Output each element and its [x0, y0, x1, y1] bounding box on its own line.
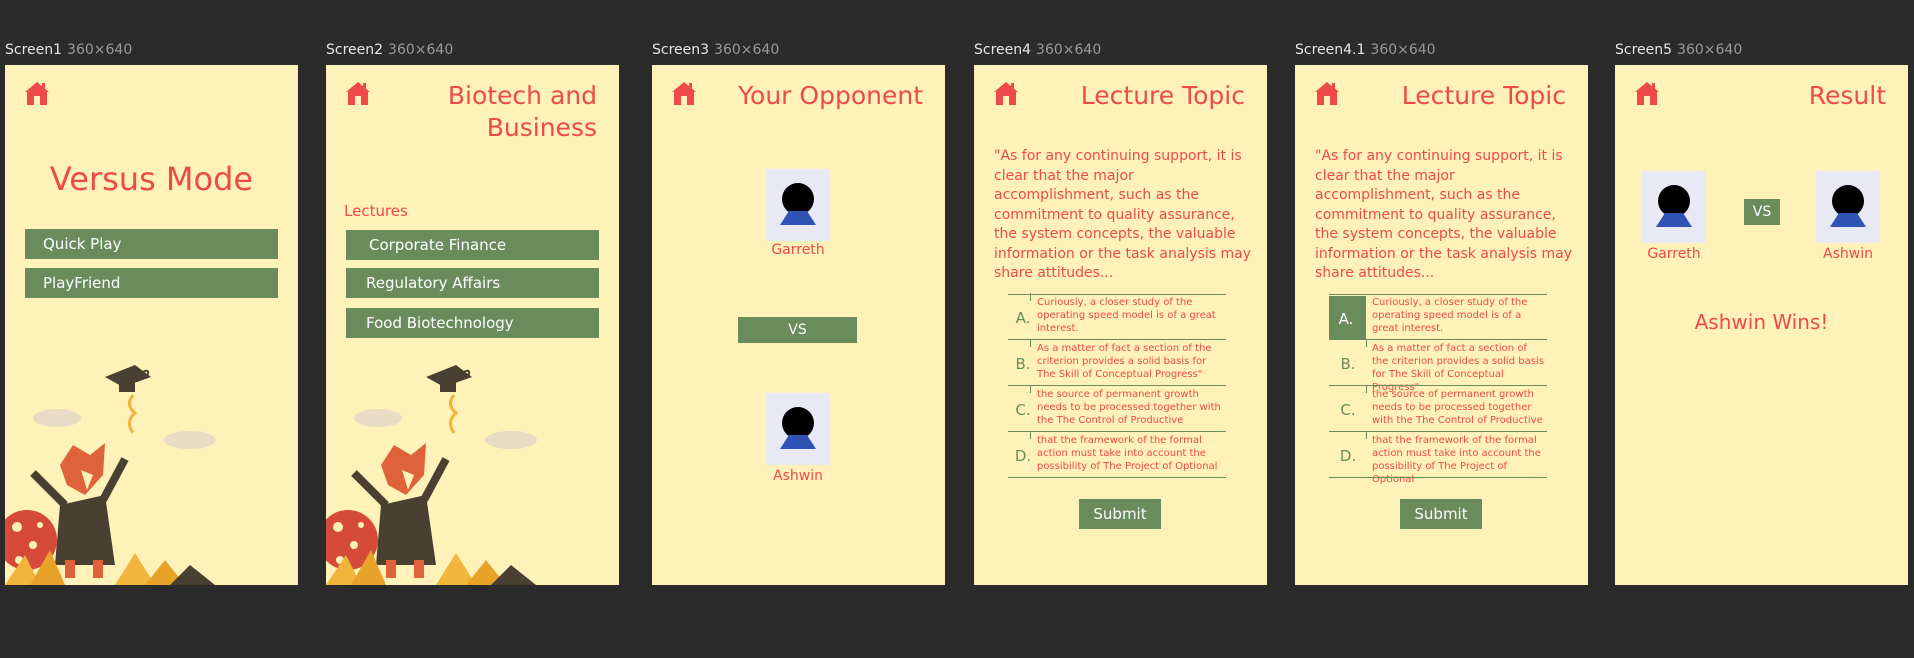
answer-option-a[interactable]: A. Curiously, a closer study of the oper…: [1008, 293, 1226, 340]
player-name: Garreth: [771, 242, 825, 258]
lecture-food-biotechnology-button[interactable]: Food Biotechnology: [346, 308, 599, 338]
submit-button[interactable]: Submit: [1079, 499, 1161, 529]
avatar-icon: [1642, 171, 1706, 243]
home-icon[interactable]: [670, 79, 698, 107]
screen4-1: Lecture Topic "As for any continuing sup…: [1295, 65, 1588, 585]
home-icon[interactable]: [344, 79, 372, 107]
frame-label-screen4-1: Screen4.1 360×640: [1295, 42, 1436, 58]
lecture-quote: "As for any continuing support, it is cl…: [1315, 148, 1573, 281]
answer-option-c[interactable]: C. the source of permanent growth needs …: [1008, 385, 1226, 432]
quick-play-button[interactable]: Quick Play: [25, 229, 278, 259]
page-title: Lecture Topic: [1080, 81, 1245, 110]
lecture-regulatory-affairs-button[interactable]: Regulatory Affairs: [346, 268, 599, 298]
page-title: Lecture Topic: [1401, 81, 1566, 110]
answer-option-d[interactable]: D. that the framework of the formal acti…: [1008, 431, 1226, 478]
fox-graduate-illustration: [5, 355, 220, 585]
frame-label-screen3: Screen3 360×640: [652, 42, 780, 58]
page-title: Your Opponent: [738, 81, 923, 110]
lectures-label: Lectures: [344, 202, 408, 220]
home-icon[interactable]: [23, 79, 51, 107]
page-title: Biotech and Business: [447, 81, 597, 142]
opponent-name: Ashwin: [773, 468, 823, 484]
answer-option-b[interactable]: B. As a matter of fact a section of the …: [1329, 339, 1547, 393]
screen5: Result Garreth VS Ashwin Ashwin Wins!: [1615, 65, 1908, 585]
avatar-icon: [766, 169, 830, 241]
screen3: Your Opponent Garreth VS Ashwin: [652, 65, 945, 585]
player-name: Garreth: [1647, 246, 1701, 262]
fox-graduate-illustration: [326, 355, 541, 585]
page-title: Result: [1808, 81, 1886, 110]
frame-label-screen2: Screen2 360×640: [326, 42, 454, 58]
submit-button[interactable]: Submit: [1400, 499, 1482, 529]
screen1: Versus Mode Quick Play PlayFriend: [5, 65, 298, 585]
avatar-icon: [1816, 171, 1880, 243]
opponent-name: Ashwin: [1823, 246, 1873, 262]
play-friend-button[interactable]: PlayFriend: [25, 268, 278, 298]
frame-label-screen4: Screen4 360×640: [974, 42, 1102, 58]
avatar-icon: [766, 393, 830, 465]
frame-label-screen5: Screen5 360×640: [1615, 42, 1743, 58]
home-icon[interactable]: [1313, 79, 1341, 107]
home-icon[interactable]: [1633, 79, 1661, 107]
answer-option-a-selected[interactable]: A. Curiously, a closer study of the oper…: [1329, 294, 1547, 340]
vs-badge: VS: [738, 317, 857, 343]
lecture-corporate-finance-button[interactable]: Corporate Finance: [346, 230, 599, 260]
answer-option-b[interactable]: B. As a matter of fact a section of the …: [1008, 339, 1226, 386]
screen2: Biotech and Business Lectures Corporate …: [326, 65, 619, 585]
home-icon[interactable]: [992, 79, 1020, 107]
screen4: Lecture Topic "As for any continuing sup…: [974, 65, 1267, 585]
answer-option-d[interactable]: D. that the framework of the formal acti…: [1329, 431, 1547, 485]
lecture-quote: "As for any continuing support, it is cl…: [994, 148, 1252, 281]
answer-option-c[interactable]: C. the source of permanent growth needs …: [1329, 385, 1547, 432]
page-title: Versus Mode: [49, 160, 254, 198]
frame-label-screen1: Screen1 360×640: [5, 42, 133, 58]
vs-badge: VS: [1744, 199, 1780, 225]
winner-text: Ashwin Wins!: [1694, 310, 1829, 334]
